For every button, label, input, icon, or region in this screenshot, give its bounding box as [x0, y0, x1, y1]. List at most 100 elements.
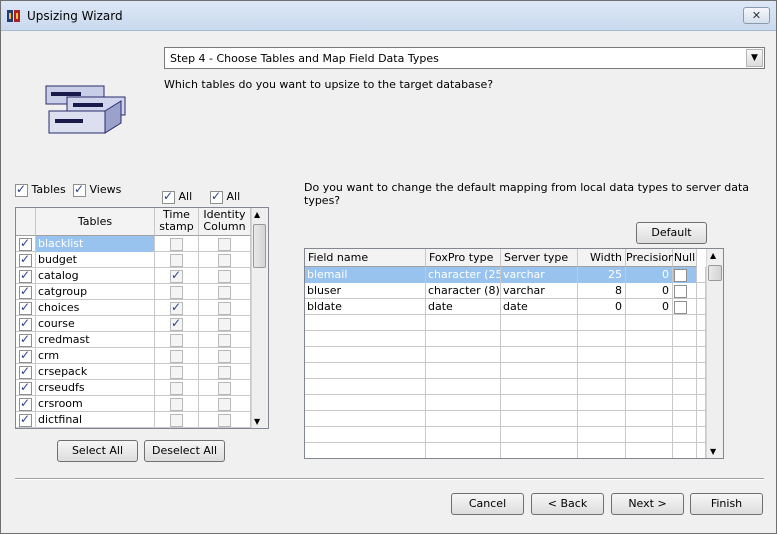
table-name[interactable]: crm — [36, 348, 155, 364]
field-grid-scrollbar[interactable]: ▲ ▼ — [706, 249, 723, 458]
views-filter[interactable]: Views — [73, 182, 121, 197]
identity-checkbox[interactable] — [218, 317, 231, 331]
foxpro-type-header[interactable]: FoxPro type — [426, 249, 501, 267]
field-mapping-grid[interactable]: Field name FoxPro type Server type Width… — [304, 248, 724, 459]
scroll-up-icon[interactable]: ▲ — [254, 210, 260, 219]
timestamp-checkbox[interactable] — [170, 413, 183, 427]
table-name[interactable]: dictfinal — [36, 412, 155, 428]
table-include-checkbox[interactable] — [19, 332, 32, 347]
identity-checkbox[interactable] — [218, 397, 231, 411]
identity-checkbox[interactable] — [218, 301, 231, 315]
table-include-checkbox[interactable] — [19, 364, 32, 379]
field-row[interactable]: bluser character (8) varchar 8 0 — [305, 283, 706, 299]
table-row[interactable]: credmast — [16, 332, 251, 348]
table-name[interactable]: crsroom — [36, 396, 155, 412]
table-include-checkbox[interactable] — [19, 396, 32, 411]
identity-checkbox[interactable] — [218, 253, 231, 267]
identity-checkbox[interactable] — [218, 381, 231, 395]
null-checkbox[interactable] — [674, 300, 687, 314]
select-all-button[interactable]: Select All — [57, 440, 138, 462]
table-row[interactable]: budget — [16, 252, 251, 268]
identity-checkbox[interactable] — [218, 285, 231, 299]
table-row[interactable]: crsroom — [16, 396, 251, 412]
precision-cell[interactable]: 0 — [626, 267, 673, 283]
timestamp-checkbox[interactable] — [170, 237, 183, 251]
table-name[interactable]: budget — [36, 252, 155, 268]
identity-checkbox[interactable] — [218, 365, 231, 379]
field-row[interactable]: bldate date date 0 0 — [305, 299, 706, 315]
tables-filter-checkbox[interactable] — [15, 182, 28, 197]
timestamp-checkbox[interactable] — [170, 381, 183, 395]
server-type-cell[interactable]: varchar — [501, 283, 578, 299]
identity-checkbox[interactable] — [218, 349, 231, 363]
identity-checkbox[interactable] — [218, 237, 231, 251]
table-name[interactable]: credmast — [36, 332, 155, 348]
back-button[interactable]: < Back — [531, 493, 604, 515]
tables-grid[interactable]: Tables Time stamp Identity Column blackl… — [15, 207, 269, 429]
table-row[interactable]: crm — [16, 348, 251, 364]
timestamp-checkbox[interactable] — [170, 349, 183, 363]
table-name[interactable]: choices — [36, 300, 155, 316]
identity-checkbox[interactable] — [218, 269, 231, 283]
table-name[interactable]: catgroup — [36, 284, 155, 300]
foxpro-type-cell[interactable]: character (8) — [426, 283, 501, 299]
timestamp-all[interactable]: All — [162, 189, 192, 204]
precision-cell[interactable]: 0 — [626, 283, 673, 299]
table-include-checkbox[interactable] — [19, 300, 32, 315]
identity-column-header[interactable]: Identity Column — [199, 208, 251, 236]
timestamp-all-checkbox[interactable] — [162, 189, 175, 204]
table-name[interactable]: course — [36, 316, 155, 332]
table-row[interactable]: blacklist — [16, 236, 251, 252]
timestamp-checkbox[interactable] — [170, 253, 183, 267]
server-type-cell[interactable]: date — [501, 299, 578, 315]
tables-filter[interactable]: Tables — [15, 182, 66, 197]
table-include-checkbox[interactable] — [19, 316, 32, 331]
width-cell[interactable]: 0 — [578, 299, 626, 315]
field-name-cell[interactable]: bluser — [305, 283, 426, 299]
precision-header[interactable]: Precision — [626, 249, 675, 267]
table-row[interactable]: catgroup — [16, 284, 251, 300]
default-button[interactable]: Default — [636, 222, 707, 244]
table-include-checkbox[interactable] — [19, 348, 32, 363]
table-include-checkbox[interactable] — [19, 412, 32, 427]
tables-column-header[interactable]: Tables — [36, 208, 155, 236]
field-name-header[interactable]: Field name — [305, 249, 426, 267]
tables-scroll-thumb[interactable] — [253, 224, 266, 268]
table-row[interactable]: choices — [16, 300, 251, 316]
chevron-down-icon[interactable]: ▼ — [746, 49, 763, 67]
cancel-button[interactable]: Cancel — [451, 493, 524, 515]
timestamp-checkbox[interactable] — [170, 316, 183, 331]
scroll-down-icon[interactable]: ▼ — [710, 447, 716, 456]
table-include-checkbox[interactable] — [19, 252, 32, 267]
timestamp-checkbox[interactable] — [170, 285, 183, 299]
timestamp-checkbox[interactable] — [170, 365, 183, 379]
null-header[interactable]: Null — [673, 249, 697, 267]
timestamp-checkbox[interactable] — [170, 268, 183, 283]
views-filter-checkbox[interactable] — [73, 182, 86, 197]
identity-checkbox[interactable] — [218, 413, 231, 427]
width-header[interactable]: Width — [578, 249, 626, 267]
field-scroll-thumb[interactable] — [708, 265, 722, 281]
timestamp-column-header[interactable]: Time stamp — [155, 208, 199, 236]
identity-all-checkbox[interactable] — [210, 189, 223, 204]
table-name[interactable]: catalog — [36, 268, 155, 284]
tables-grid-scrollbar[interactable]: ▲ ▼ — [251, 208, 268, 428]
table-name[interactable]: crseudfs — [36, 380, 155, 396]
null-checkbox[interactable] — [674, 284, 687, 298]
null-checkbox[interactable] — [674, 268, 687, 282]
foxpro-type-cell[interactable]: character (25) — [426, 267, 501, 283]
finish-button[interactable]: Finish — [690, 493, 763, 515]
deselect-all-button[interactable]: Deselect All — [144, 440, 225, 462]
close-button[interactable]: ✕ — [743, 7, 770, 24]
scroll-up-icon[interactable]: ▲ — [710, 251, 716, 260]
field-name-cell[interactable]: blemail — [305, 267, 426, 283]
table-name[interactable]: blacklist — [36, 236, 155, 252]
table-row[interactable]: dictfinal — [16, 412, 251, 428]
table-include-checkbox[interactable] — [19, 236, 32, 251]
table-row[interactable]: catalog — [16, 268, 251, 284]
width-cell[interactable]: 25 — [578, 267, 626, 283]
table-row[interactable]: crsepack — [16, 364, 251, 380]
server-type-cell[interactable]: varchar — [501, 267, 578, 283]
timestamp-checkbox[interactable] — [170, 397, 183, 411]
precision-cell[interactable]: 0 — [626, 299, 673, 315]
